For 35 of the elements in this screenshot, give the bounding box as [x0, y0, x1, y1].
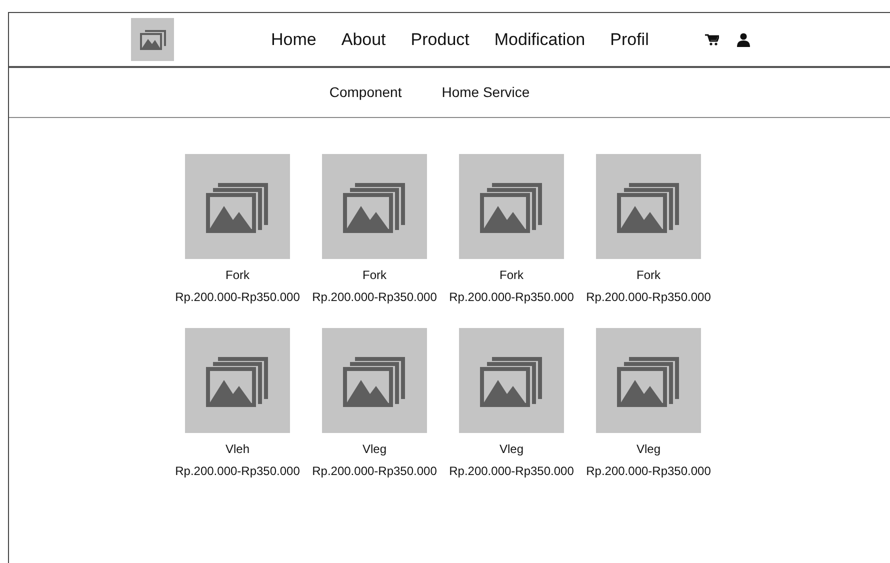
product-price: Rp.200.000-Rp350.000	[175, 289, 300, 306]
product-price: Rp.200.000-Rp350.000	[449, 289, 574, 306]
product-price: Rp.200.000-Rp350.000	[449, 463, 574, 480]
product-name: Vleg	[499, 441, 524, 458]
product-image[interactable]	[596, 154, 701, 259]
product-price: Rp.200.000-Rp350.000	[586, 463, 711, 480]
product-name: Fork	[362, 267, 386, 284]
image-icon	[138, 28, 166, 50]
nav-link[interactable]: Profil	[610, 26, 649, 52]
product-image[interactable]	[322, 328, 427, 433]
subnav-link[interactable]: Component	[329, 82, 402, 103]
nav-link[interactable]: Modification	[494, 26, 586, 52]
subnav-link[interactable]: Home Service	[442, 82, 530, 103]
nav-link[interactable]: Product	[410, 26, 470, 52]
product-image[interactable]	[459, 328, 564, 433]
product-image[interactable]	[185, 328, 290, 433]
product-name: Fork	[226, 267, 250, 284]
product-price: Rp.200.000-Rp350.000	[586, 289, 711, 306]
user-icon[interactable]	[736, 32, 750, 46]
product-image[interactable]	[185, 154, 290, 259]
product-image[interactable]	[322, 154, 427, 259]
product-price: Rp.200.000-Rp350.000	[175, 463, 300, 480]
product-name: Vleh	[225, 441, 250, 458]
product-price: Rp.200.000-Rp350.000	[312, 289, 437, 306]
nav-link[interactable]: Home	[271, 26, 316, 52]
product-name: Vleg	[362, 441, 387, 458]
product-name: Fork	[500, 267, 524, 284]
product-image[interactable]	[459, 154, 564, 259]
product-price: Rp.200.000-Rp350.000	[312, 463, 437, 480]
nav-link[interactable]: About	[341, 26, 386, 52]
logo[interactable]	[131, 18, 174, 61]
product-name: Vleg	[636, 441, 661, 458]
cart-icon[interactable]	[704, 34, 719, 46]
product-image[interactable]	[596, 328, 701, 433]
product-name: Fork	[636, 267, 660, 284]
